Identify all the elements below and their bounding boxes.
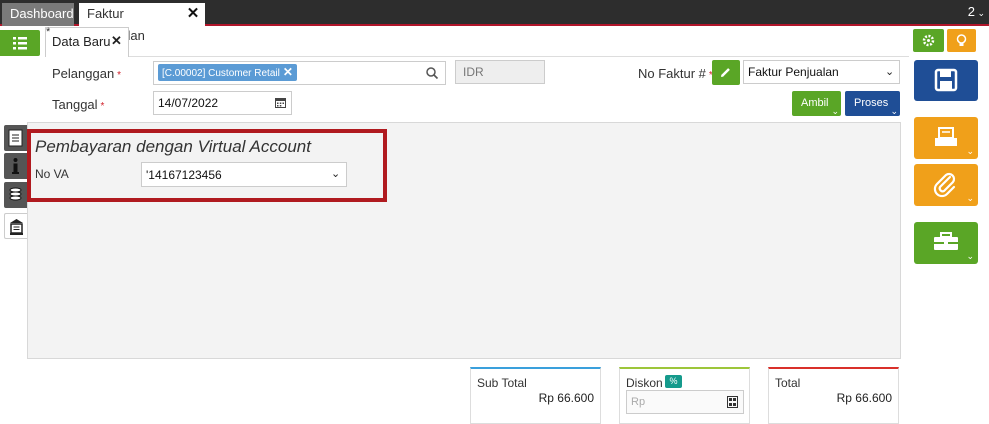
remove-chip-icon[interactable]: ✕ <box>283 65 293 79</box>
toolbox-button[interactable]: ⌄ <box>914 222 978 264</box>
close-tab-icon[interactable]: ✕ <box>181 3 205 26</box>
pelanggan-label: Pelanggan * <box>52 66 122 81</box>
tips-button[interactable] <box>947 29 976 52</box>
diskon-percent-badge[interactable]: % <box>665 375 682 388</box>
settings-button[interactable] <box>913 29 944 52</box>
total-label: Total <box>775 376 801 390</box>
pencil-icon <box>721 68 730 77</box>
gear-icon <box>922 34 935 47</box>
list-icon <box>13 37 27 50</box>
subtotal-label: Sub Total <box>477 376 527 390</box>
currency-field: IDR <box>455 60 545 84</box>
side-tab-info[interactable] <box>4 153 27 179</box>
divider <box>129 56 909 57</box>
no-faktur-label: No Faktur # * <box>638 66 713 81</box>
no-va-label: No VA <box>35 167 69 181</box>
coins-icon <box>9 187 22 201</box>
chevron-down-icon: ⌄ <box>331 168 341 180</box>
tanggal-value: 14/07/2022 <box>158 96 219 110</box>
diskon-card: Diskon % Rp <box>619 367 750 424</box>
window-count[interactable]: 2 ⌄ <box>968 4 985 19</box>
va-section-title: Pembayaran dengan Virtual Account <box>35 137 311 156</box>
document-icon <box>8 129 23 147</box>
menu-list-button[interactable] <box>0 30 40 56</box>
subtab-label: Data Baru <box>52 34 111 49</box>
total-card: Total Rp 66.600 <box>768 367 899 424</box>
close-subtab-icon[interactable]: ✕ <box>111 33 122 49</box>
proses-button[interactable]: Proses ⌄ <box>845 91 900 116</box>
info-icon <box>12 158 19 174</box>
edit-faktur-button[interactable] <box>712 60 740 85</box>
search-icon[interactable] <box>425 66 439 80</box>
ambil-button[interactable]: Ambil ⌄ <box>792 91 841 116</box>
no-va-value: '14167123456 <box>146 168 222 182</box>
calendar-icon[interactable] <box>275 97 286 108</box>
save-icon <box>934 68 958 92</box>
tab-dashboard[interactable]: Dashboard <box>2 3 74 26</box>
calculator-icon[interactable] <box>727 396 738 408</box>
diskon-placeholder: Rp <box>631 396 646 408</box>
faktur-type-value: Faktur Penjualan <box>748 65 839 79</box>
modified-marker: * <box>46 26 51 38</box>
lightbulb-icon <box>956 34 967 46</box>
bank-icon <box>10 219 23 235</box>
tab-faktur-penjualan[interactable]: Faktur Penjualan <box>79 3 181 43</box>
subtotal-value: Rp 66.600 <box>538 391 594 405</box>
chevron-down-icon: ⌄ <box>885 66 895 78</box>
side-tab-bank[interactable] <box>4 213 27 239</box>
diskon-label: Diskon <box>626 376 663 390</box>
subtotal-card: Sub Total Rp 66.600 <box>470 367 601 424</box>
side-tab-details[interactable] <box>4 125 27 151</box>
save-button[interactable] <box>914 60 978 101</box>
customer-chip[interactable]: [C.00002] Customer Retail ✕ <box>158 64 297 81</box>
total-value: Rp 66.600 <box>836 391 892 405</box>
tanggal-label: Tanggal * <box>52 97 105 112</box>
attachment-button[interactable]: ⌄ <box>914 164 978 206</box>
side-tab-payment[interactable] <box>4 182 27 208</box>
print-button[interactable]: ⌄ <box>914 117 978 159</box>
